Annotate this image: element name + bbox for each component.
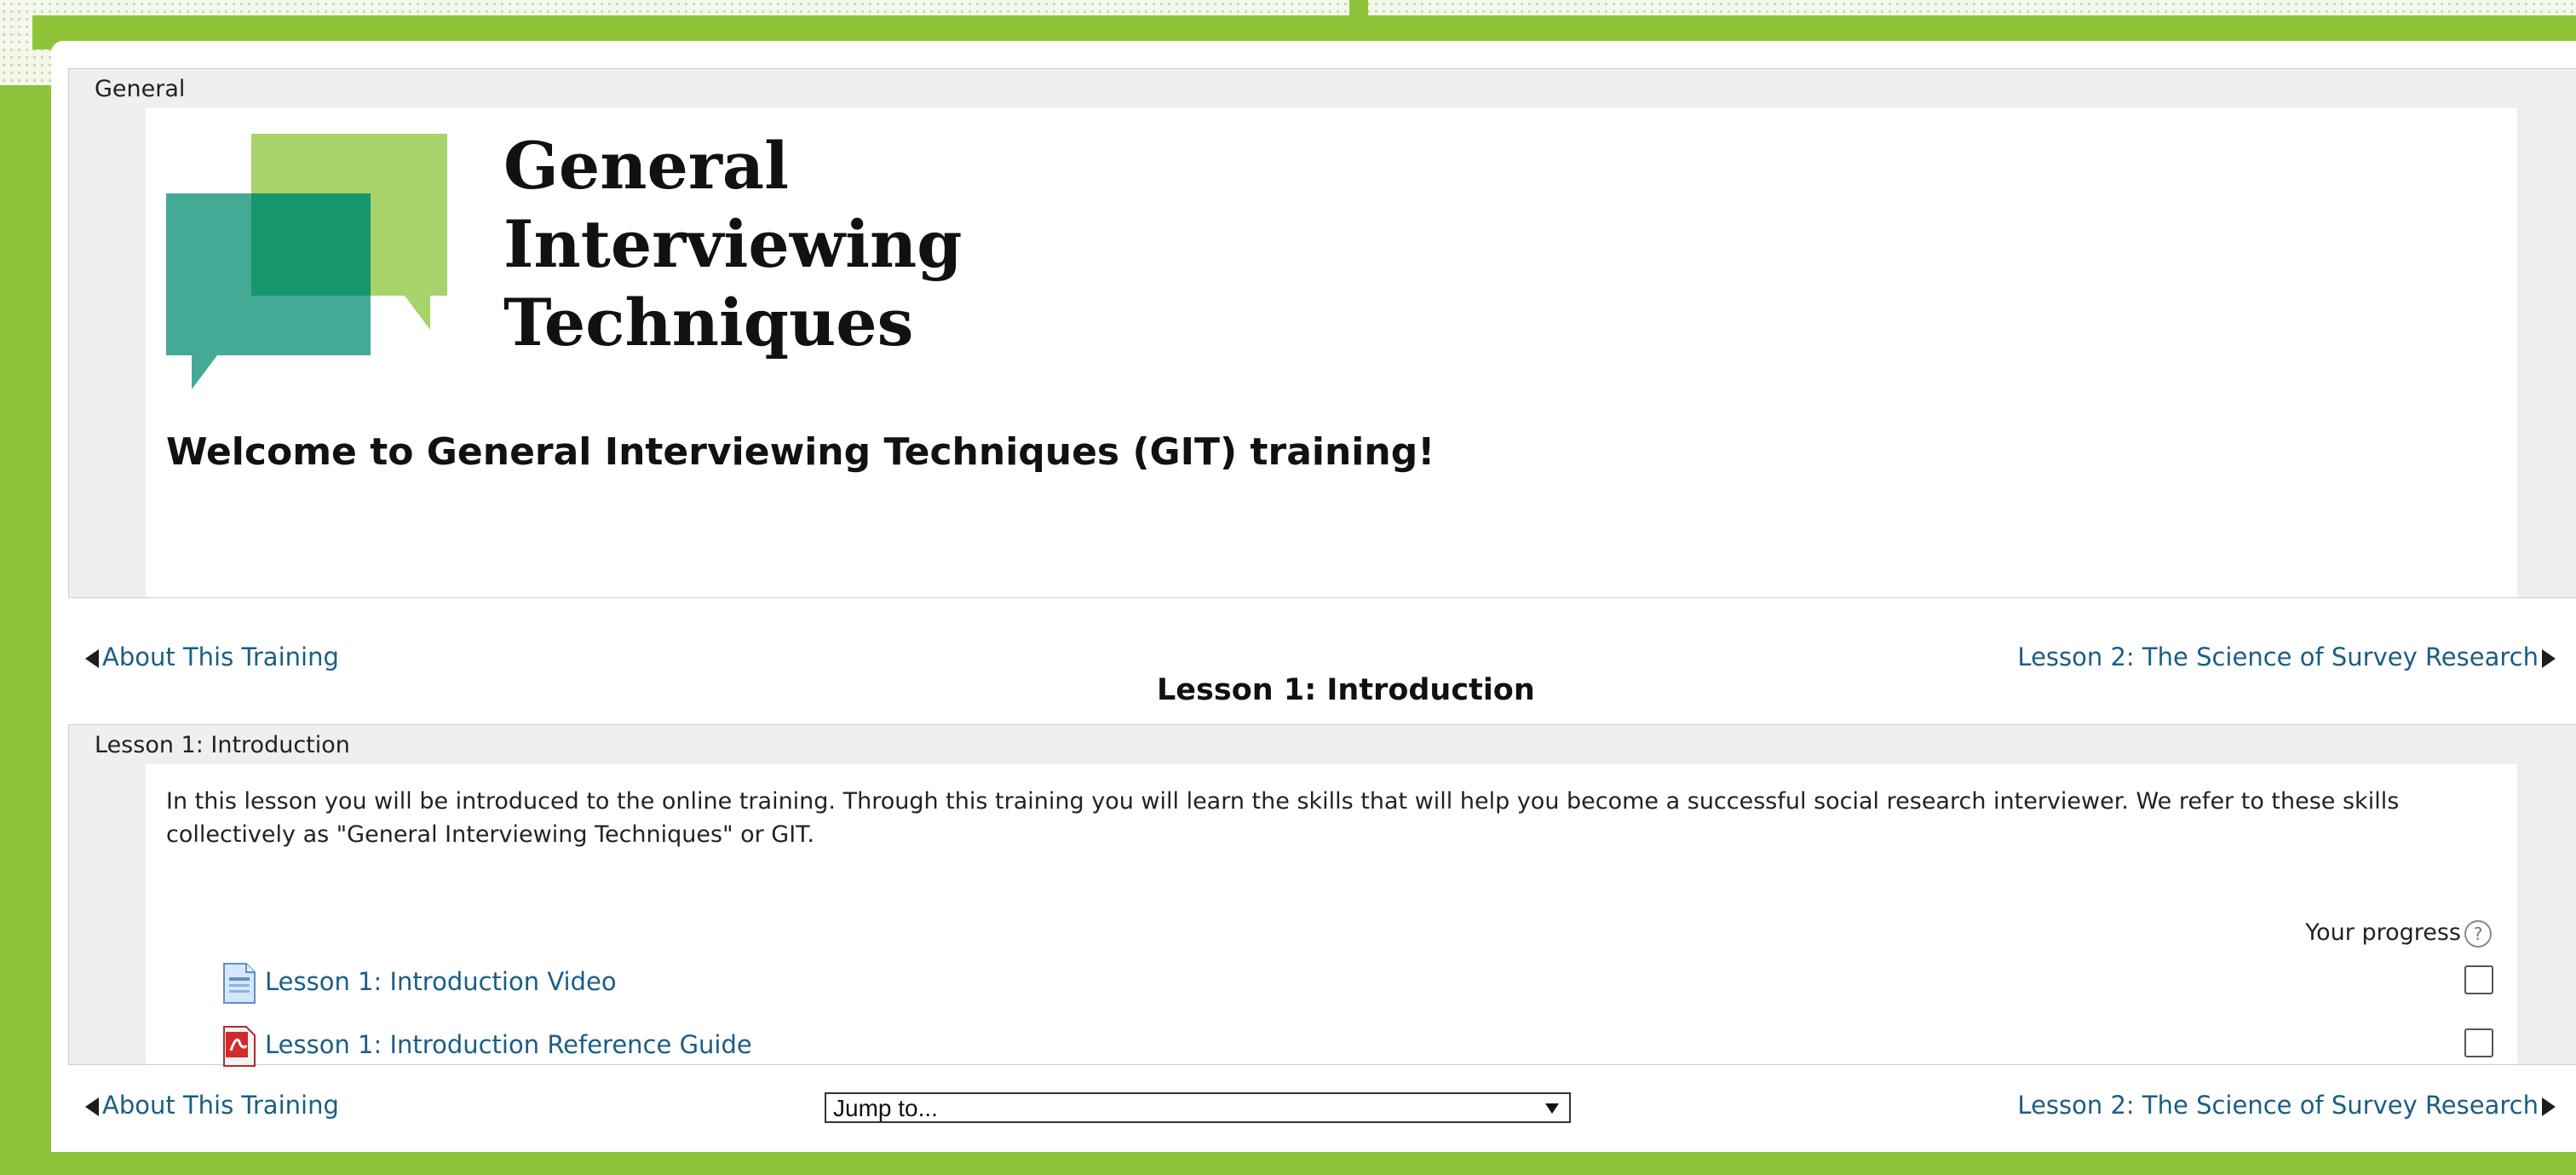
- document-icon: [223, 963, 256, 1004]
- speech-bubbles-logo-icon: [166, 134, 447, 389]
- progress-label-text: Your progress: [2305, 919, 2461, 946]
- next-section-label: Lesson 2: The Science of Survey Research: [2017, 1091, 2539, 1120]
- frame-notch: [1349, 0, 1368, 34]
- prev-section-label: About This Training: [102, 642, 339, 671]
- frame-left-bar: [0, 85, 51, 1175]
- jump-to-selected: Jump to...: [833, 1095, 938, 1121]
- triangle-right-icon: [2542, 649, 2556, 668]
- welcome-heading: Welcome to General Interviewing Techniqu…: [166, 430, 1435, 474]
- prev-section-link-bottom[interactable]: About This Training: [85, 1091, 339, 1120]
- current-lesson-heading: Lesson 1: Introduction: [1157, 673, 1535, 707]
- next-section-label: Lesson 2: The Science of Survey Research: [2017, 642, 2539, 671]
- logo-title-line-1: General: [503, 128, 790, 204]
- prev-section-label: About This Training: [102, 1091, 339, 1120]
- activity-label: Lesson 1: Introduction Reference Guide: [265, 1030, 752, 1059]
- activity-label: Lesson 1: Introduction Video: [265, 967, 617, 996]
- logo-title-line-3: Techniques: [503, 285, 914, 360]
- prev-section-link[interactable]: About This Training: [85, 642, 339, 671]
- triangle-left-icon: [85, 649, 99, 668]
- frame-top-right-bar: [1354, 15, 2576, 41]
- lesson-section-content: In this lesson you will be introduced to…: [146, 764, 2517, 1067]
- activity-reference-guide[interactable]: Lesson 1: Introduction Reference Guide: [222, 1025, 752, 1068]
- jump-to-select[interactable]: Jump to...: [825, 1092, 1571, 1123]
- completion-checkbox[interactable]: [2464, 965, 2493, 994]
- next-section-link-bottom[interactable]: Lesson 2: The Science of Survey Research: [2017, 1091, 2556, 1120]
- general-section-content: General Interviewing Techniques Welcome …: [146, 108, 2517, 597]
- logo-title-line-2: Interviewing: [503, 206, 963, 282]
- help-icon[interactable]: ?: [2464, 919, 2492, 947]
- lesson-description: In this lesson you will be introduced to…: [166, 788, 2400, 848]
- lesson-section: Lesson 1: Introduction In this lesson yo…: [68, 724, 2576, 1067]
- logo-title: General Interviewing Techniques: [503, 127, 962, 362]
- frame-bottom-bar: [0, 1152, 2576, 1175]
- general-section: General General Interviewing Techniques …: [68, 68, 2576, 598]
- dropdown-arrow-icon: [1545, 1103, 1559, 1114]
- triangle-left-icon: [85, 1097, 99, 1116]
- your-progress: Your progress?: [2305, 919, 2492, 947]
- section-label-lesson: Lesson 1: Introduction: [95, 732, 350, 758]
- completion-checkbox[interactable]: [2464, 1028, 2493, 1057]
- activity-introduction-video[interactable]: Lesson 1: Introduction Video: [222, 962, 617, 1005]
- next-section-link[interactable]: Lesson 2: The Science of Survey Research: [2017, 642, 2556, 671]
- pdf-icon: [223, 1026, 256, 1067]
- triangle-right-icon: [2542, 1097, 2556, 1116]
- section-label-general: General: [95, 76, 186, 102]
